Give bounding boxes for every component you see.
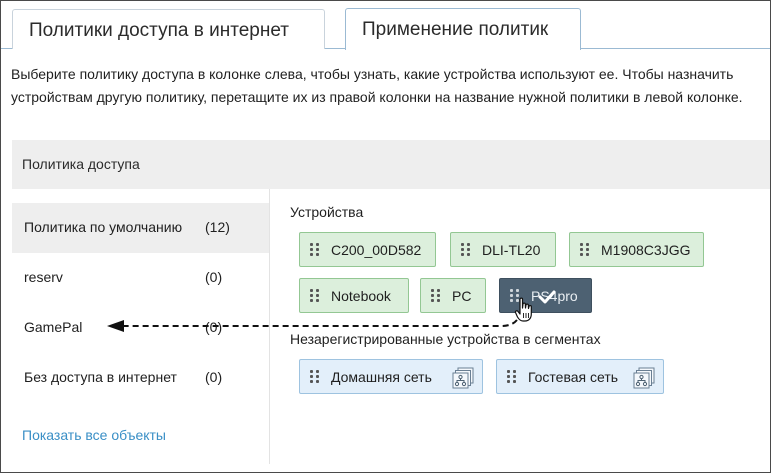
device-name: C200_00D582: [331, 242, 422, 258]
drag-handle-icon: [580, 243, 590, 257]
device-chip[interactable]: M1908C3JGG: [569, 232, 704, 267]
policy-list: Политика по умолчанию (12) reserv (0) Ga…: [12, 189, 270, 464]
device-chip[interactable]: Notebook: [299, 278, 409, 313]
policy-item-no-internet[interactable]: Без доступа в интернет (0): [12, 353, 269, 403]
segments-label: Незарегистрированные устройства в сегмен…: [290, 331, 601, 347]
policy-count: (0): [205, 269, 223, 285]
segment-name: Гостевая сеть: [528, 369, 619, 385]
tab-apply-policies[interactable]: Применение политик: [345, 8, 581, 50]
drag-handle-icon: [310, 289, 320, 303]
device-name: Notebook: [331, 288, 391, 304]
device-chip-dragging[interactable]: PS4pro: [499, 278, 592, 313]
hand-cursor-icon: [514, 297, 532, 322]
device-chip[interactable]: PC: [420, 278, 486, 313]
device-chip[interactable]: DLI-TL20: [450, 232, 556, 267]
drag-handle-icon: [431, 289, 441, 303]
policy-name: Политика по умолчанию: [24, 219, 183, 235]
device-chip[interactable]: C200_00D582: [299, 232, 436, 267]
policy-name: GamePal: [24, 319, 83, 335]
policy-item-reserv[interactable]: reserv (0): [12, 253, 269, 303]
tab-bar: Политики доступа в интернет Применение п…: [1, 1, 770, 50]
network-segment-icon: [633, 367, 655, 389]
show-all-link[interactable]: Показать все объекты: [22, 427, 166, 443]
policy-item-default[interactable]: Политика по умолчанию (12): [12, 203, 269, 253]
policy-item-gamepal[interactable]: GamePal (0): [12, 303, 269, 353]
tab-access-policies[interactable]: Политики доступа в интернет: [12, 9, 325, 49]
policy-name: reserv: [24, 269, 63, 285]
device-name: PC: [452, 288, 472, 304]
panel-header-label: Политика доступа: [22, 156, 140, 172]
network-segment-icon: [452, 367, 474, 389]
drag-handle-icon: [310, 243, 320, 257]
devices-label: Устройства: [290, 204, 364, 220]
policy-count: (12): [205, 219, 230, 235]
panel-header: Политика доступа: [12, 140, 770, 189]
instructions-text: Выберите политику доступа в колонке слев…: [11, 66, 743, 105]
device-name: M1908C3JGG: [601, 242, 691, 258]
segment-chip[interactable]: Домашняя сеть: [299, 359, 483, 394]
window-frame: Политики доступа в интернет Применение п…: [0, 0, 771, 473]
segment-name: Домашняя сеть: [331, 369, 432, 385]
drag-handle-icon: [461, 243, 471, 257]
policy-name: Без доступа в интернет: [24, 369, 177, 385]
policy-count: (0): [205, 369, 223, 385]
segment-chip[interactable]: Гостевая сеть: [496, 359, 664, 394]
drag-handle-icon: [507, 370, 517, 384]
policy-count: (0): [205, 319, 223, 335]
checkmark-icon: [538, 290, 556, 304]
device-name: DLI-TL20: [482, 242, 541, 258]
drag-handle-icon: [310, 370, 320, 384]
